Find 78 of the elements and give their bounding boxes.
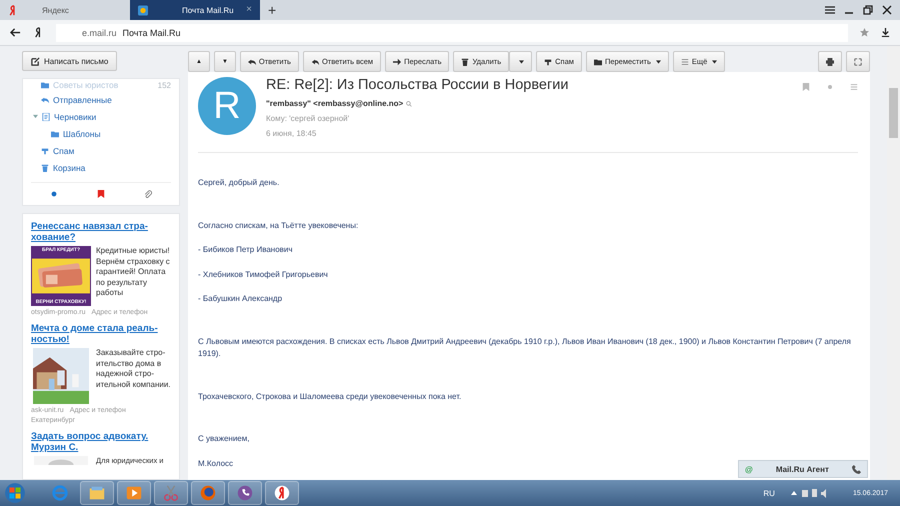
reply-icon [248,58,256,66]
trash-icon [41,164,49,172]
message-text: - Бабушкин Александр [198,293,282,305]
taskbar-button[interactable] [228,481,262,505]
browser-tab[interactable]: Яндекс [0,0,130,20]
message-text: Трохачевского, Строкова и Шаломеева среди увековеченных пока нет. [198,390,462,403]
message-text: Согласно спискам, на Тьётте увековечены: [198,220,358,232]
play-icon [125,484,143,502]
document-icon [42,112,50,120]
folder-item[interactable]: Шаблоны [31,125,171,142]
reply-all-icon [310,58,319,66]
language-indicator[interactable]: RU [763,488,775,498]
download-icon[interactable] [881,28,890,37]
caret-icon [656,60,661,64]
yandex-browser-icon [273,484,291,502]
taskbar-button[interactable] [191,481,225,505]
start-button[interactable] [4,482,26,504]
message-text: - Бибиков Петр Иванович [198,244,293,256]
compose-button[interactable]: Написать письмо [22,51,118,71]
taskbar-button[interactable] [154,481,188,505]
folder-icon [51,130,59,138]
star-icon[interactable] [860,28,869,37]
browser-globe-icon [51,484,69,502]
message-text: - Хлебников Тимофей Григорьевич [198,268,328,281]
ad-title-link[interactable]: Задать вопрос адвокату. Мурзин С. [31,431,171,453]
ad-title-link[interactable]: Мечта о доме стала реаль-ностью! [31,323,171,345]
mail-logo-icon [138,4,148,16]
taskbar-button[interactable] [80,481,114,505]
message-subject: RE: Re[2]: Из Посольства России в Норвегии [266,77,568,93]
edit-icon [31,56,40,66]
read-dot-icon[interactable] [826,83,834,91]
back-arrow-icon[interactable] [10,27,21,38]
sender-address[interactable]: "rembassy" <rembassy@online.no> [266,99,404,108]
agent-logo: @ [745,464,753,474]
ad-text: Заказывайте стро-ительство дома в надежной стро-ительной компании. [96,348,171,390]
taskbar-button[interactable] [265,481,299,505]
list-icon [680,58,689,66]
message-text: С Львовым имеются расхождения. В списках есть Львов Дмитрий Андреевич (декабрь 1910 г.р.), Львов Иван Иванович (18 дек., 1900) и Львов Константин Петрович (7 апреля 1919). [198,336,852,360]
taskbar-button[interactable] [117,481,151,505]
recipient-line: Кому: 'сергей озерной' [266,114,350,123]
address-field[interactable]: e.mail.ru Почта Mail.Ru [56,24,848,42]
trash-icon [461,58,470,66]
message-text: М.Колосс [198,458,234,470]
phone-bubble-icon [236,484,254,502]
ad-title-link[interactable]: Ренессанс навязал стра-хование? [31,221,171,243]
ad-text: Кредитные юристы! Вернём страховку с гарантией! Оплата по результату работы [96,246,171,299]
sender-avatar: R [198,77,256,135]
message-text: Сергей, добрый день. [198,177,280,189]
scrollbar-thumb[interactable] [889,88,898,138]
forward-icon [393,58,402,66]
new-tab-button[interactable]: + [260,0,284,20]
folder-icon [41,81,49,89]
message-text: С уважением, [198,433,250,445]
caret-icon[interactable] [33,114,38,119]
folder-item[interactable]: Спам [31,142,171,159]
folder-icon [88,484,106,502]
phone-icon[interactable] [852,464,861,474]
reply-arrow-icon [41,96,49,104]
folder-item[interactable]: Черновики [31,108,171,125]
bookmark-icon[interactable] [96,190,105,198]
expand-icon [854,58,862,66]
tab-close-button[interactable]: × [246,5,252,15]
message-date: 6 июня, 18:45 [266,129,316,138]
print-button[interactable] [818,51,842,72]
menu-icon[interactable] [825,5,835,15]
folder-item[interactable]: Корзина [31,159,171,176]
paperclip-icon[interactable] [144,190,152,198]
browser-tab[interactable]: Почта Mail.Ru × [130,0,260,20]
restore-icon[interactable] [863,5,873,15]
scissors-icon [162,484,180,502]
folder-icon [594,58,602,66]
caret-icon [712,60,718,64]
agent-bar[interactable]: @ Mail.Ru Агент [738,460,868,478]
search-icon[interactable] [406,100,412,106]
close-icon[interactable] [882,5,892,15]
folder-item[interactable]: Отправленные [31,91,171,108]
unread-dot-icon[interactable] [50,190,58,198]
caret-icon [519,60,524,64]
